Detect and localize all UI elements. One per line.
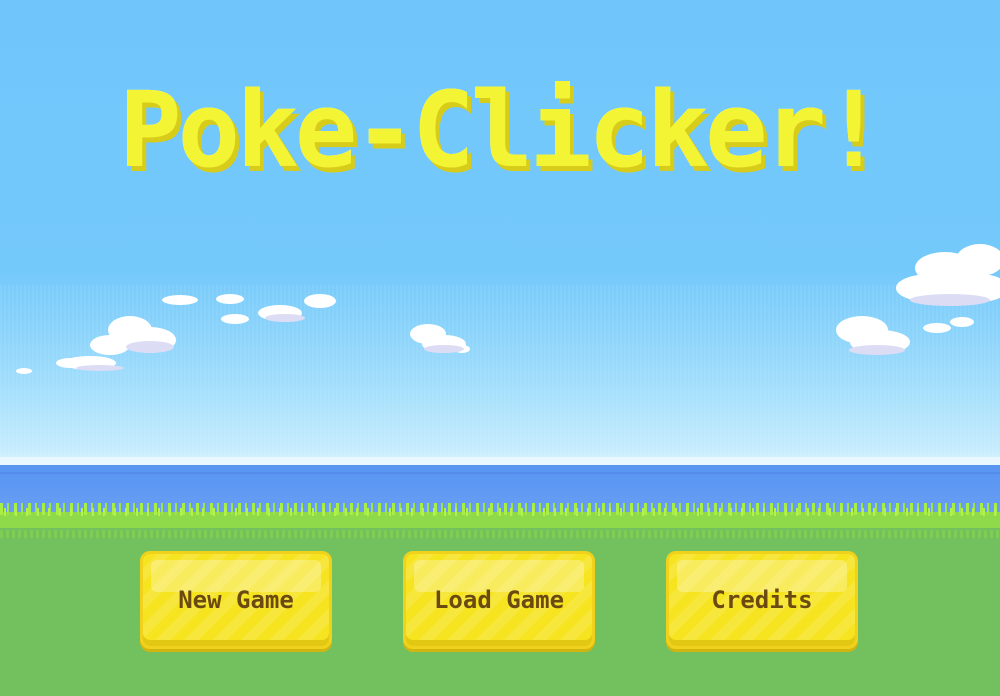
- cloud-middle: [400, 318, 480, 358]
- cloud-left-cluster: [10, 285, 350, 385]
- new-game-label: New Game: [178, 586, 294, 614]
- credits-label: Credits: [711, 586, 813, 614]
- horizon-line: [0, 457, 1000, 465]
- new-game-button[interactable]: New Game: [140, 551, 332, 649]
- title-screen: Poke-Clicker! New Game Load Game Credits: [0, 0, 1000, 696]
- load-game-label: Load Game: [433, 586, 565, 614]
- grass-shading: [0, 530, 1000, 538]
- grass-tips-highlight: [0, 508, 1000, 516]
- load-game-button[interactable]: Load Game: [403, 551, 595, 649]
- cloud-right-large: [890, 238, 1000, 318]
- credits-button[interactable]: Credits: [666, 551, 858, 649]
- sea-ripple: [0, 472, 1000, 474]
- game-title: Poke-Clicker!: [119, 69, 885, 191]
